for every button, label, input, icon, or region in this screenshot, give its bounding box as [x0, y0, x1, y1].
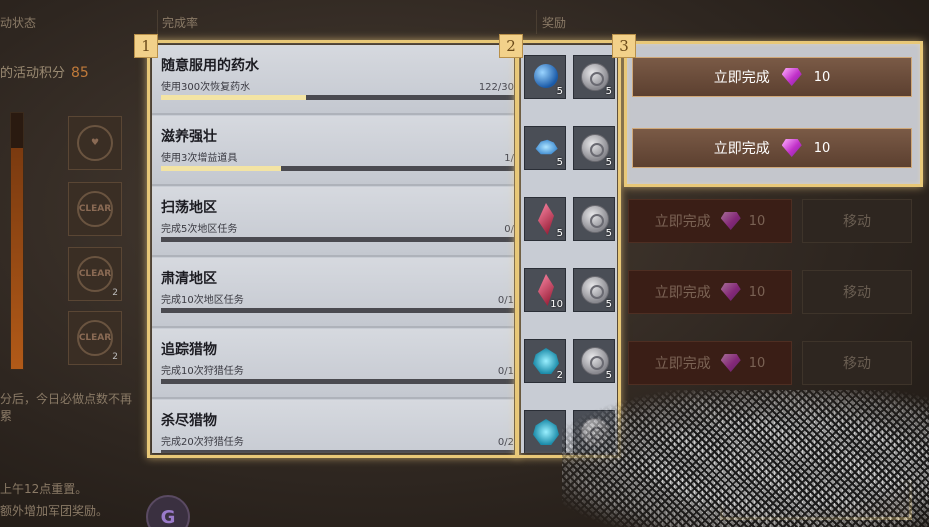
left-activity-panel: 动状态 的活动积分 85 ♥ CLEAR CLEAR 2 CLEAR 2 分后，今… — [0, 0, 140, 527]
milestone-badge-2[interactable]: CLEAR — [68, 182, 122, 236]
highlight-task-list — [147, 40, 519, 458]
activity-progress-bar — [10, 112, 24, 370]
completion-header: 完成率 — [162, 16, 199, 30]
clear-badge-icon: CLEAR — [77, 191, 113, 227]
marker-3: 3 — [612, 34, 636, 58]
action-row: 立即完成 10 移动 — [628, 199, 918, 243]
diamond-icon — [720, 283, 741, 301]
diamond-icon — [720, 354, 741, 372]
activity-progress-fill — [11, 148, 23, 369]
marker-1: 1 — [134, 34, 158, 58]
milestone-badge-4[interactable]: CLEAR 2 — [68, 311, 122, 365]
milestone-badge-1[interactable]: ♥ — [68, 116, 122, 170]
diamond-icon — [720, 212, 741, 230]
legion-reward-note: 额外增加军团奖励。 — [0, 504, 109, 518]
header-divider — [536, 10, 537, 34]
clear-badge-icon: CLEAR — [77, 320, 113, 356]
reset-time-note: 上午12点重置。 — [0, 482, 88, 496]
activity-points: 的活动积分 85 — [0, 62, 89, 81]
noise-overlay — [562, 390, 929, 527]
move-button[interactable]: 移动 — [802, 199, 912, 243]
header-divider — [157, 10, 158, 34]
activity-points-label: 的活动积分 — [0, 66, 66, 81]
activity-status-label: 动状态 — [0, 16, 37, 30]
milestone-badge-3[interactable]: CLEAR 2 — [68, 247, 122, 301]
clear-badge-icon: CLEAR — [77, 256, 113, 292]
move-button[interactable]: 移动 — [802, 341, 912, 385]
reset-note: 分后，今日必做点数不再累 — [0, 392, 133, 423]
complete-now-button[interactable]: 立即完成 10 — [628, 341, 792, 385]
shield-badge-icon: ♥ — [77, 125, 113, 161]
action-row: 立即完成 10 移动 — [628, 270, 918, 314]
marker-2: 2 — [499, 34, 523, 58]
move-button[interactable]: 移动 — [802, 270, 912, 314]
reward-header: 奖励 — [542, 16, 567, 30]
complete-now-button[interactable]: 立即完成 10 — [628, 199, 792, 243]
highlight-actions — [624, 41, 923, 187]
activity-points-value: 85 — [71, 65, 89, 81]
complete-now-button[interactable]: 立即完成 10 — [628, 270, 792, 314]
action-row: 立即完成 10 移动 — [628, 341, 918, 385]
